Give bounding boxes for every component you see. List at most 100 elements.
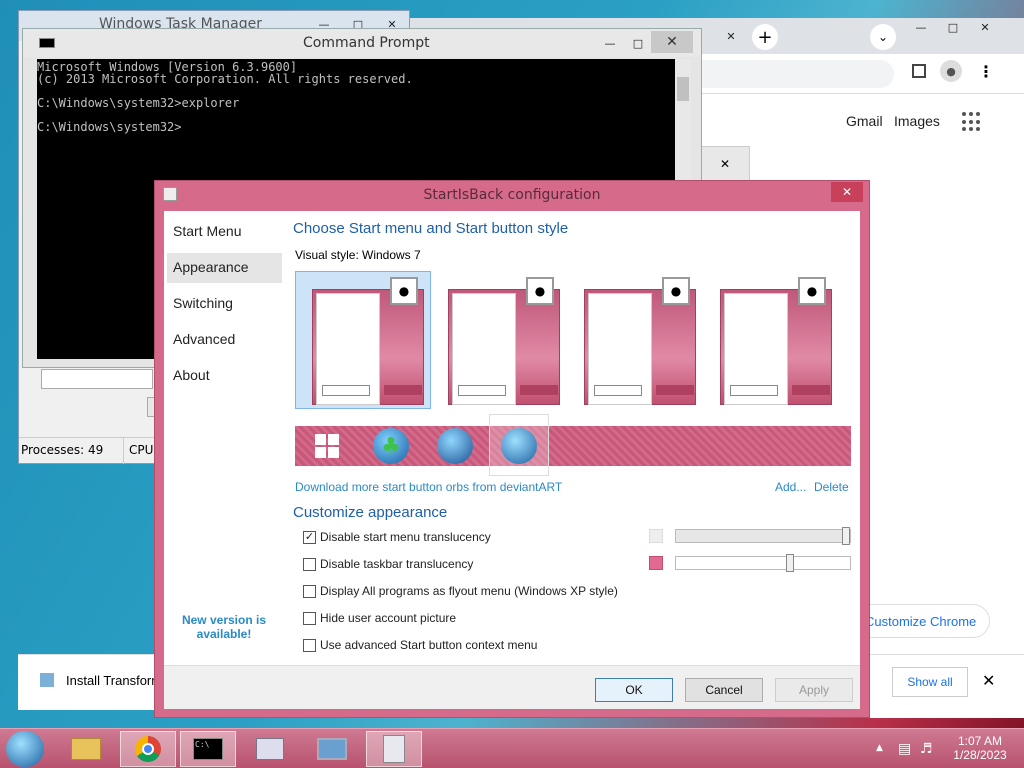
tab-close-icon[interactable]: ✕ bbox=[716, 27, 746, 45]
cmd-taskbar-icon[interactable]: C:\ bbox=[180, 731, 236, 767]
show-all-button[interactable]: Show all bbox=[892, 667, 968, 697]
volume-icon[interactable]: ♬ bbox=[920, 741, 933, 757]
windows8-orb-icon[interactable] bbox=[315, 434, 339, 458]
style-thumb-2[interactable]: ● bbox=[440, 273, 560, 405]
apply-button[interactable]: Apply bbox=[775, 678, 853, 702]
task-manager-field bbox=[41, 369, 153, 389]
appearance-heading: Customize appearance bbox=[293, 504, 448, 521]
option-row[interactable]: Disable taskbar translucency bbox=[303, 555, 473, 573]
cancel-button[interactable]: Cancel bbox=[685, 678, 763, 702]
dialog-close-icon[interactable]: ✕ bbox=[700, 146, 750, 182]
cmd-minimize-icon[interactable]: — bbox=[595, 34, 625, 52]
user-picture-icon: ● bbox=[390, 277, 418, 305]
profile-icon[interactable]: ● bbox=[940, 60, 962, 82]
orb-strip: ♣ bbox=[295, 414, 851, 476]
delete-link[interactable]: Delete bbox=[814, 480, 849, 494]
style-thumb-1[interactable]: ● bbox=[304, 273, 424, 405]
option-label: Disable taskbar translucency bbox=[320, 557, 474, 571]
cmd-maximize-icon[interactable]: □ bbox=[623, 34, 653, 52]
cmd-scroll-thumb[interactable] bbox=[677, 77, 689, 101]
ok-button[interactable]: OK bbox=[595, 678, 673, 702]
nav-switching[interactable]: Switching bbox=[167, 289, 282, 319]
checkbox[interactable] bbox=[303, 611, 316, 625]
taskbar-color-swatch[interactable] bbox=[649, 556, 663, 570]
new-version-link[interactable]: New version is available! bbox=[174, 613, 274, 641]
windows-orb-icon[interactable] bbox=[437, 428, 473, 464]
gmail-link[interactable]: Gmail bbox=[846, 113, 883, 129]
chrome-close-icon[interactable]: ✕ bbox=[970, 18, 1000, 36]
tab-search-icon[interactable]: ⌄ bbox=[870, 24, 896, 50]
checkbox[interactable] bbox=[303, 557, 316, 571]
clock-time: 1:07 AM bbox=[957, 734, 1003, 748]
option-row[interactable]: Display All programs as flyout menu (Win… bbox=[303, 582, 618, 600]
nav-advanced[interactable]: Advanced bbox=[167, 325, 282, 355]
user-picture-icon: ● bbox=[798, 277, 826, 305]
style-thumb-4[interactable]: ● bbox=[712, 273, 832, 405]
dialog-close-button[interactable]: ✕ bbox=[831, 182, 863, 202]
option-label: Display All programs as flyout menu (Win… bbox=[320, 584, 618, 598]
option-label: Use advanced Start button context menu bbox=[320, 638, 538, 652]
option-row[interactable]: ✓ Disable start menu translucency bbox=[303, 528, 491, 546]
visual-style-label: Visual style: bbox=[295, 248, 359, 262]
option-label: Disable start menu translucency bbox=[320, 530, 491, 544]
dialog-app-icon bbox=[163, 187, 177, 201]
clock-date: 1/28/2023 bbox=[953, 748, 1007, 762]
user-picture-icon: ● bbox=[526, 277, 554, 305]
startisback-dialog: StartIsBack configuration ✕ Start Menu A… bbox=[154, 180, 870, 718]
new-tab-icon[interactable]: + bbox=[752, 24, 778, 50]
nav-about[interactable]: About bbox=[167, 361, 282, 391]
windows7-orb-icon[interactable] bbox=[501, 428, 537, 464]
add-link[interactable]: Add... bbox=[775, 480, 806, 494]
cmd-icon bbox=[39, 38, 55, 48]
checkbox[interactable] bbox=[303, 584, 316, 598]
option-label: Hide user account picture bbox=[320, 611, 457, 625]
tray-arrow-icon[interactable]: ▲ bbox=[876, 743, 883, 753]
dialog-title: StartIsBack configuration bbox=[423, 187, 601, 203]
apps-grid-icon[interactable] bbox=[962, 112, 982, 132]
startisback-taskbar-icon[interactable] bbox=[366, 731, 422, 767]
cpu-label: CPU bbox=[129, 443, 154, 457]
style-heading: Choose Start menu and Start button style bbox=[293, 220, 569, 237]
address-bar[interactable] bbox=[680, 60, 894, 88]
dialog-client: Start Menu Appearance Switching Advanced… bbox=[164, 211, 860, 709]
start-orb-icon[interactable] bbox=[6, 731, 44, 767]
chrome-maximize-icon[interactable]: □ bbox=[938, 18, 968, 36]
option-row[interactable]: Hide user account picture bbox=[303, 609, 456, 627]
menu-icon[interactable]: ⋮ bbox=[978, 62, 994, 81]
deviantart-link[interactable]: Download more start button orbs from dev… bbox=[295, 480, 562, 494]
customize-chrome-button[interactable]: Customize Chrome bbox=[850, 604, 990, 638]
install-label[interactable]: Install Transform bbox=[66, 673, 162, 688]
taskbar-slider-knob[interactable] bbox=[786, 554, 794, 572]
network-icon[interactable]: ▤ bbox=[898, 741, 911, 757]
chrome-taskbar-icon[interactable] bbox=[120, 731, 176, 767]
cmd-titlebar: Command Prompt — □ ✕ bbox=[23, 29, 701, 57]
remote-desktop-icon[interactable] bbox=[304, 731, 360, 767]
clock[interactable]: 1:07 AM 1/28/2023 bbox=[946, 734, 1014, 762]
images-link[interactable]: Images bbox=[894, 113, 940, 129]
chrome-minimize-icon[interactable]: — bbox=[906, 18, 936, 36]
installer-icon bbox=[40, 673, 54, 687]
taskbar-opacity-slider[interactable] bbox=[675, 556, 851, 570]
dialog-footer: OK Cancel Apply bbox=[164, 665, 860, 709]
status-divider bbox=[123, 438, 124, 464]
checkbox-checked[interactable]: ✓ bbox=[303, 530, 316, 544]
taskbar: C:\ ▲ ▤ ♬ 1:07 AM 1/28/2023 bbox=[0, 728, 1024, 768]
start-menu-opacity-slider[interactable] bbox=[675, 529, 851, 543]
download-bar-close-icon[interactable]: ✕ bbox=[982, 671, 995, 690]
task-manager-taskbar-icon[interactable] bbox=[242, 731, 298, 767]
nav-start-menu[interactable]: Start Menu bbox=[167, 217, 282, 247]
file-explorer-icon[interactable] bbox=[58, 731, 114, 767]
option-row[interactable]: Use advanced Start button context menu bbox=[303, 636, 537, 654]
clover-orb-icon[interactable]: ♣ bbox=[373, 428, 409, 464]
start-menu-color-swatch[interactable] bbox=[649, 529, 663, 543]
style-thumb-3[interactable]: ● bbox=[576, 273, 696, 405]
cmd-close-icon[interactable]: ✕ bbox=[651, 31, 693, 53]
start-menu-slider-knob[interactable] bbox=[842, 527, 850, 545]
cmd-title: Command Prompt bbox=[303, 35, 430, 51]
nav-appearance[interactable]: Appearance bbox=[167, 253, 282, 283]
visual-style-value[interactable]: Windows 7 bbox=[362, 248, 421, 262]
checkbox[interactable] bbox=[303, 638, 316, 652]
user-picture-icon: ● bbox=[662, 277, 690, 305]
processes-count: Processes: 49 bbox=[21, 443, 104, 457]
side-panel-icon[interactable] bbox=[912, 64, 926, 78]
